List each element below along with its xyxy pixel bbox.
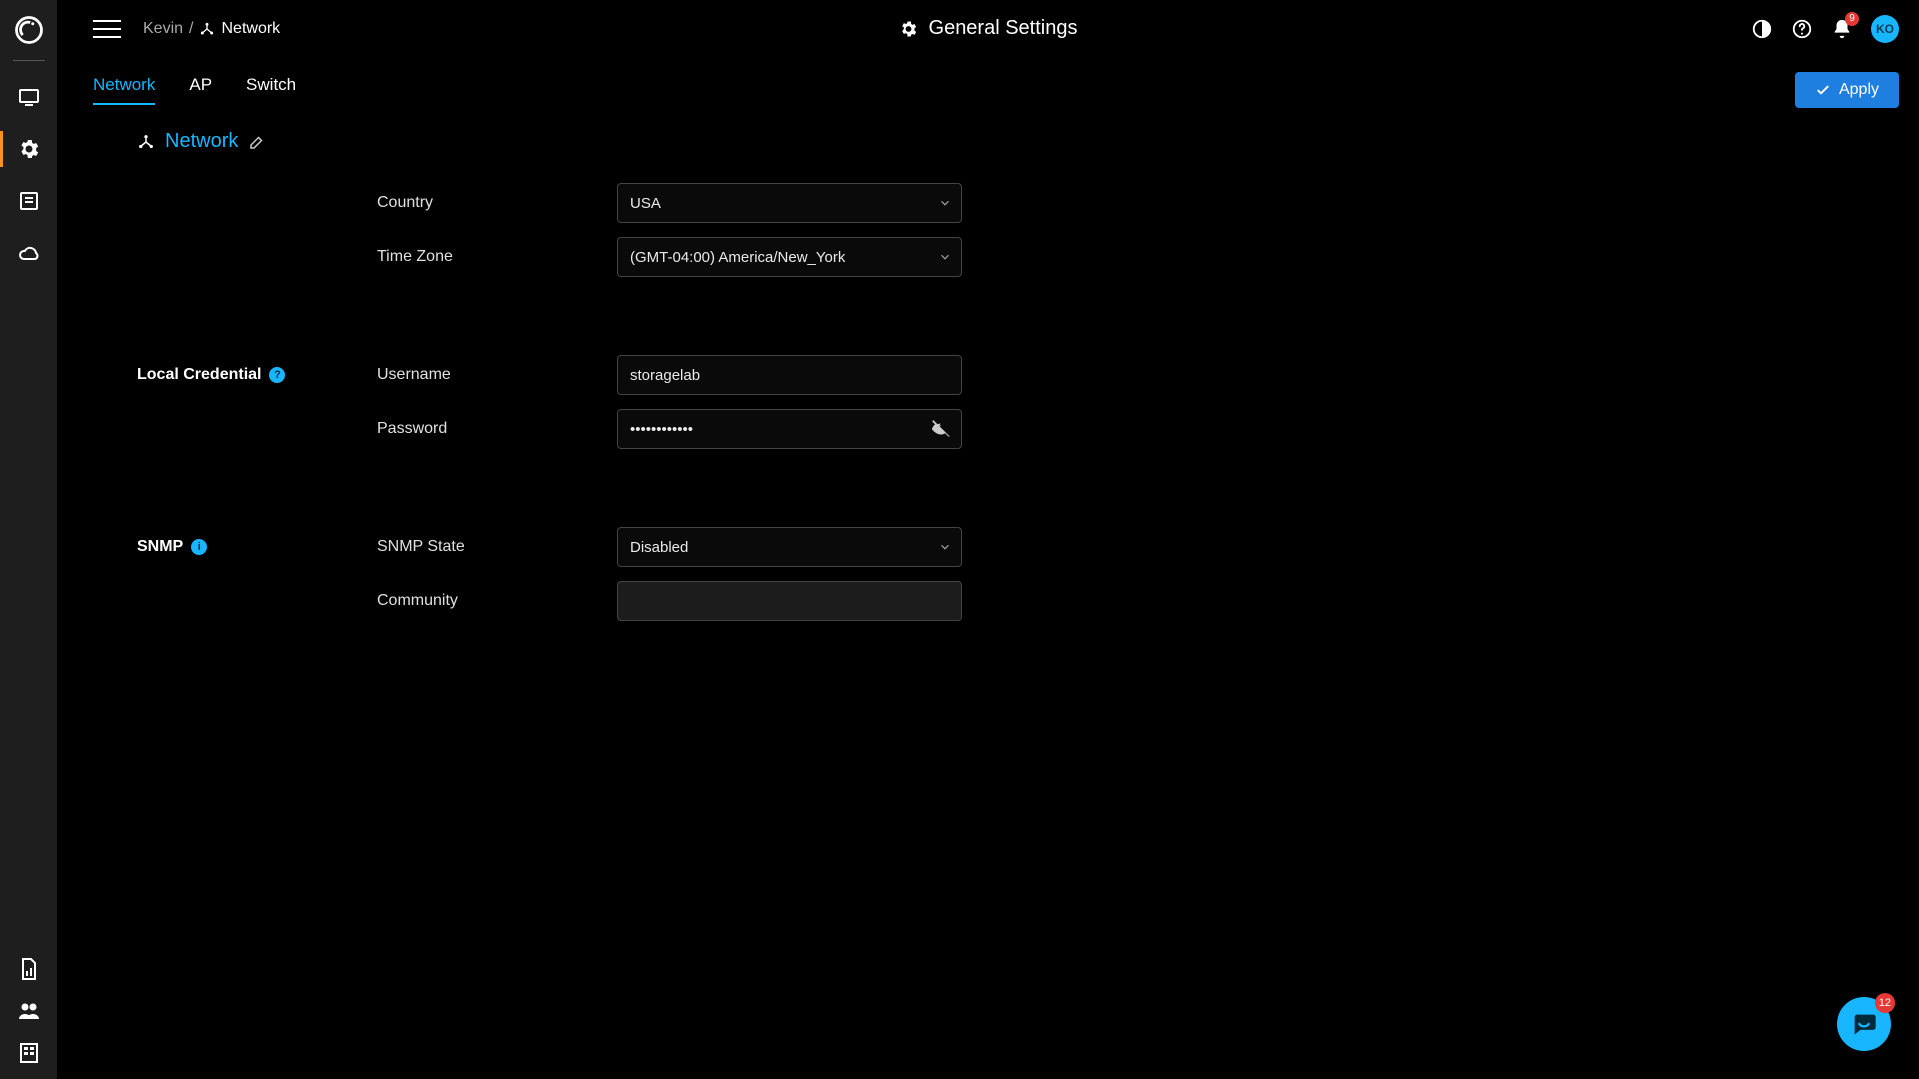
breadcrumb: Kevin / Network bbox=[143, 20, 280, 38]
timezone-select[interactable]: (GMT-04:00) America/New_York bbox=[617, 237, 962, 277]
eye-off-icon bbox=[930, 418, 952, 440]
page-title-text: General Settings bbox=[929, 17, 1078, 40]
apply-button[interactable]: Apply bbox=[1795, 72, 1899, 108]
chat-count: 12 bbox=[1875, 993, 1895, 1013]
section-header: Network bbox=[137, 130, 1919, 153]
help-button[interactable] bbox=[1791, 18, 1813, 40]
help-icon[interactable]: i bbox=[191, 539, 207, 555]
check-icon bbox=[1815, 82, 1831, 98]
left-rail bbox=[0, 0, 57, 1079]
theme-toggle[interactable] bbox=[1751, 18, 1773, 40]
user-avatar[interactable]: KO bbox=[1871, 15, 1899, 43]
username-input[interactable] bbox=[617, 355, 962, 395]
network-icon bbox=[137, 133, 155, 151]
nav-dashboard[interactable] bbox=[0, 71, 57, 123]
breadcrumb-separator: / bbox=[189, 20, 193, 38]
section-title-text: Network bbox=[165, 130, 238, 153]
tab-switch[interactable]: Switch bbox=[246, 75, 296, 105]
nav-reports[interactable] bbox=[0, 175, 57, 227]
community-input bbox=[617, 581, 962, 621]
snmp-label: SNMP i bbox=[137, 538, 377, 556]
community-label: Community bbox=[377, 592, 617, 610]
rail-divider bbox=[13, 60, 45, 61]
apply-label: Apply bbox=[1839, 81, 1879, 99]
tab-network[interactable]: Network bbox=[93, 75, 155, 105]
help-icon[interactable]: ? bbox=[269, 367, 285, 383]
nav-users[interactable] bbox=[0, 999, 57, 1023]
tab-row: Network AP Switch Apply bbox=[57, 70, 1899, 110]
password-input[interactable] bbox=[617, 409, 962, 449]
nav-cloud[interactable] bbox=[0, 227, 57, 279]
nav-inventory[interactable] bbox=[0, 1041, 57, 1065]
brand-logo[interactable] bbox=[13, 14, 45, 46]
nav-settings[interactable] bbox=[0, 123, 57, 175]
chat-button[interactable]: 12 bbox=[1837, 997, 1891, 1051]
snmp-state-label: SNMP State bbox=[377, 538, 617, 556]
country-label: Country bbox=[377, 194, 617, 212]
menu-toggle[interactable] bbox=[93, 15, 121, 43]
gear-icon bbox=[17, 137, 41, 161]
username-label: Username bbox=[377, 366, 617, 384]
snmp-state-select[interactable]: Disabled bbox=[617, 527, 962, 567]
top-bar: Kevin / Network General Settings 9 KO bbox=[57, 0, 1919, 57]
password-label: Password bbox=[377, 420, 617, 438]
chat-icon bbox=[1850, 1010, 1878, 1038]
local-credential-label: Local Credential ? bbox=[137, 366, 377, 384]
toggle-password-visibility[interactable] bbox=[930, 418, 952, 440]
pencil-icon bbox=[248, 133, 266, 151]
tab-ap[interactable]: AP bbox=[189, 75, 212, 105]
breadcrumb-network[interactable]: Network bbox=[221, 20, 280, 38]
gear-icon bbox=[899, 19, 919, 39]
page-title: General Settings bbox=[899, 17, 1078, 40]
network-icon bbox=[199, 21, 215, 37]
help-icon bbox=[1791, 18, 1813, 40]
country-select[interactable]: USA bbox=[617, 183, 962, 223]
contrast-icon bbox=[1751, 18, 1773, 40]
content: Network Country USA Time Zone (GMT-04:00… bbox=[57, 130, 1919, 1079]
edit-network-button[interactable] bbox=[248, 133, 266, 151]
timezone-label: Time Zone bbox=[377, 248, 617, 266]
nav-file-stats[interactable] bbox=[0, 957, 57, 981]
notifications-button[interactable]: 9 bbox=[1831, 18, 1853, 40]
breadcrumb-user[interactable]: Kevin bbox=[143, 20, 183, 38]
notifications-count: 9 bbox=[1845, 12, 1859, 26]
